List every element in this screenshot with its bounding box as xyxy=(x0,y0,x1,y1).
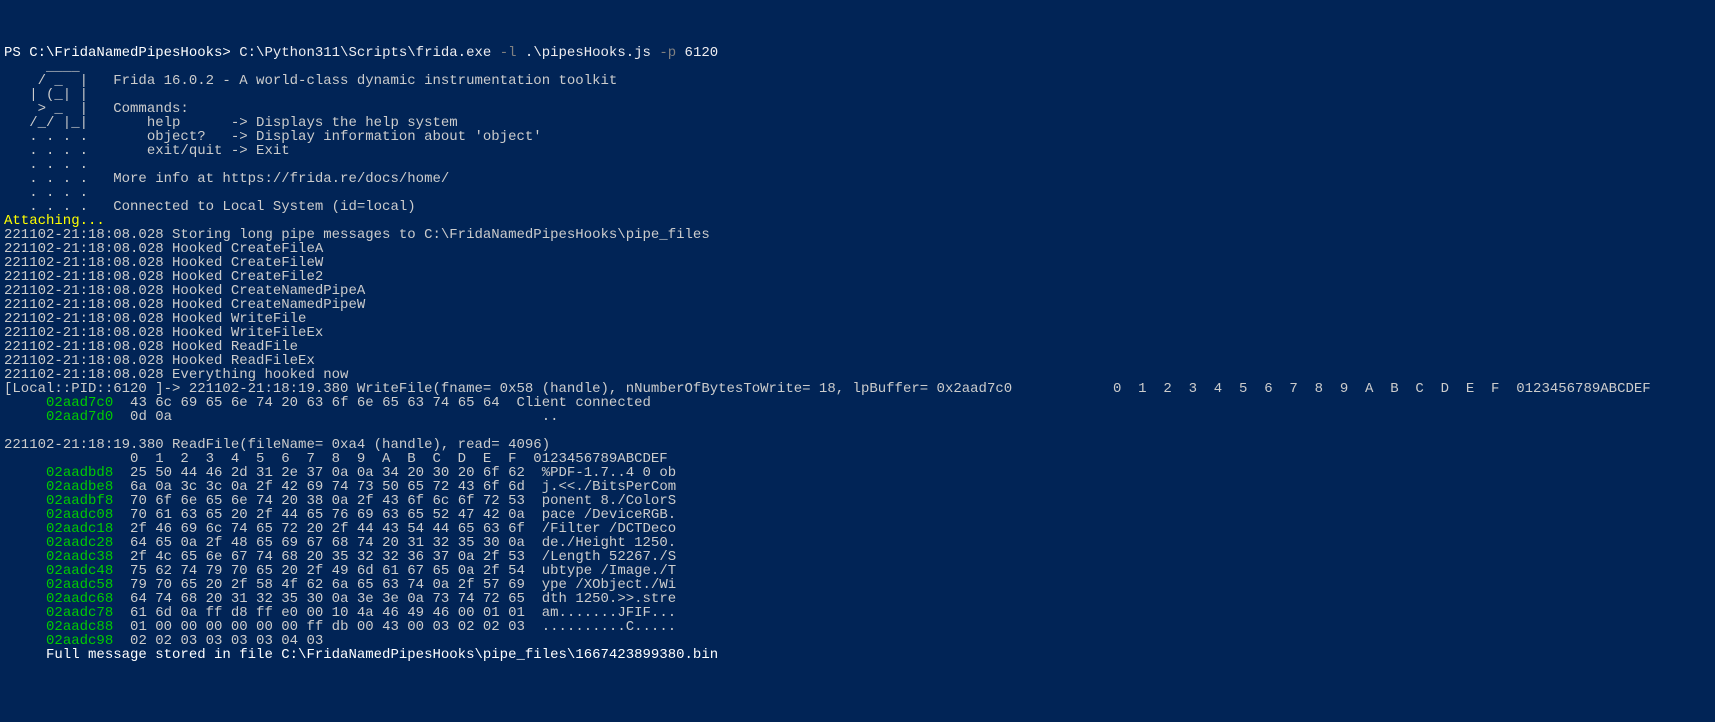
hex-addr: 02aad7d0 xyxy=(46,409,113,425)
hex-ascii: ..........C..... xyxy=(525,619,676,635)
terminal-output[interactable]: PS C:\FridaNamedPipesHooks> C:\Python311… xyxy=(4,46,1711,662)
footer-line: Full message stored in file C:\FridaName… xyxy=(4,647,718,663)
flag-l: -l xyxy=(491,45,516,61)
banner-line: / _ | Frida 16.0.2 - A world-class dynam… xyxy=(4,73,617,89)
script-arg: .\pipesHooks.js xyxy=(517,45,651,61)
hex-bytes: 0d 0a xyxy=(113,409,525,425)
pid-arg: 6120 xyxy=(676,45,718,61)
exe-path: C:\Python311\Scripts\frida.exe xyxy=(231,45,491,61)
flag-p: -p xyxy=(651,45,676,61)
hex-ascii: .. xyxy=(525,409,559,425)
